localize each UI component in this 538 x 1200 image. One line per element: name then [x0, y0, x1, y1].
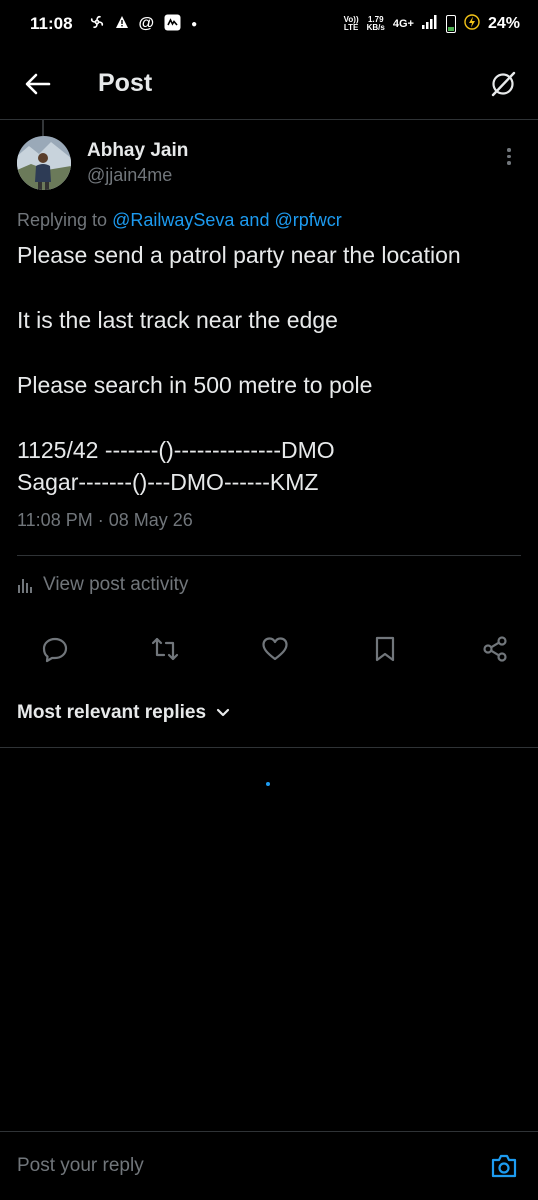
mention-link[interactable]: @rpfwcr	[274, 210, 341, 230]
repost-button[interactable]	[148, 632, 182, 666]
like-button[interactable]	[258, 632, 292, 666]
grok-button[interactable]	[486, 67, 520, 101]
charging-icon	[464, 14, 480, 34]
at-icon: @	[138, 15, 155, 32]
view-post-activity-link[interactable]: View post activity	[17, 574, 188, 596]
replying-prefix: Replying to	[17, 210, 108, 230]
activity-label: View post activity	[43, 574, 189, 595]
camera-icon	[491, 1154, 517, 1178]
share-icon	[483, 636, 507, 662]
author-info: Abhay Jain @jjain4me	[87, 140, 188, 186]
battery-percent: 24%	[487, 15, 520, 32]
speed-unit: KB/s	[366, 23, 385, 32]
reply-button[interactable]	[38, 632, 72, 666]
reply-icon	[42, 637, 68, 663]
network-speed: 1.79 KB/s	[367, 16, 385, 32]
signal-icon	[421, 15, 438, 33]
replies-sort-dropdown[interactable]: Most relevant replies	[17, 702, 230, 724]
post-text-line: Sagar-------()---DMO------KMZ	[17, 469, 319, 495]
bookmark-icon	[375, 636, 395, 662]
loading-indicator	[266, 782, 270, 786]
post: Abhay Jain @jjain4me Replying to @Railwa…	[17, 136, 521, 531]
replies-sort-label: Most relevant replies	[17, 702, 207, 723]
network-type: 4G+	[392, 18, 414, 30]
post-text-line: Please search in 500 metre to pole	[17, 372, 373, 398]
battery-icon	[445, 15, 456, 33]
warning-icon	[115, 15, 129, 33]
replying-to: Replying to @RailwaySeva and @rpfwcr	[17, 210, 521, 231]
author-name[interactable]: Abhay Jain	[87, 140, 188, 162]
page-title: Post	[98, 69, 153, 97]
post-timestamp[interactable]: 11:08 PM · 08 May 26	[17, 510, 521, 531]
post-text: Please send a patrol party near the loca…	[17, 239, 521, 498]
divider	[17, 555, 521, 556]
thread-line	[42, 120, 44, 136]
avatar[interactable]	[17, 136, 71, 190]
action-bar	[38, 632, 512, 666]
post-text-line: 1125/42 -------()--------------DMO	[17, 437, 335, 463]
author-handle[interactable]: @jjain4me	[87, 165, 188, 186]
status-left: 11:08 @ ●	[30, 14, 197, 35]
grok-icon	[491, 71, 516, 96]
volte-indicator: Vo)) LTE	[344, 16, 359, 32]
status-bar: 11:08 @ ● Vo)) LTE 1.79 KB/s 4G+ 24%	[0, 0, 538, 48]
status-right: Vo)) LTE 1.79 KB/s 4G+ 24%	[344, 14, 520, 34]
reply-bar	[0, 1131, 538, 1200]
app-notification-icon	[164, 14, 181, 35]
fan-icon	[89, 14, 105, 34]
reply-input[interactable]	[17, 1155, 487, 1177]
divider	[0, 747, 538, 748]
share-button[interactable]	[478, 632, 512, 666]
arrow-left-icon	[25, 73, 51, 94]
back-button[interactable]	[18, 64, 58, 104]
more-dot-icon	[507, 148, 511, 152]
more-dot-icon	[507, 154, 511, 158]
bookmark-button[interactable]	[368, 632, 402, 666]
post-header: Abhay Jain @jjain4me	[17, 136, 521, 190]
post-text-line: It is the last track near the edge	[17, 307, 338, 333]
status-time: 11:08	[30, 14, 73, 33]
camera-button[interactable]	[487, 1149, 521, 1183]
more-dot-icon	[507, 161, 511, 165]
lte-label: LTE	[343, 23, 359, 32]
analytics-icon	[18, 579, 32, 593]
header: Post	[0, 48, 538, 120]
dot-icon: ●	[191, 18, 198, 30]
post-text-line: Please send a patrol party near the loca…	[17, 242, 461, 268]
like-icon	[262, 637, 288, 661]
mention-link[interactable]: @RailwaySeva	[112, 210, 234, 230]
mention-and[interactable]: and	[239, 210, 269, 230]
chevron-down-icon	[216, 708, 230, 717]
repost-icon	[151, 637, 179, 661]
more-options-button[interactable]	[503, 148, 515, 165]
